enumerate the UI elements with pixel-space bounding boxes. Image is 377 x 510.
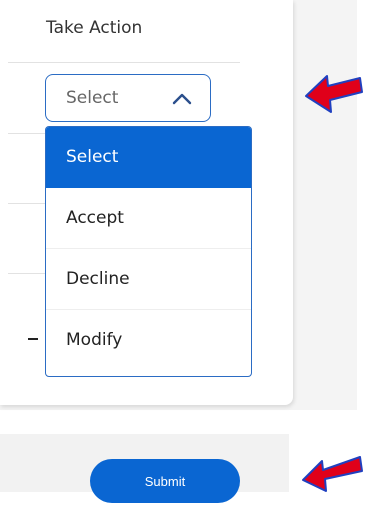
option-decline[interactable]: Decline: [46, 249, 251, 310]
option-accept[interactable]: Accept: [46, 188, 251, 249]
submit-button[interactable]: Submit: [90, 459, 240, 503]
red-pointer-arrow-icon: [302, 456, 363, 492]
select-value: Select: [66, 88, 119, 108]
row-dash: [28, 338, 38, 340]
divider: [8, 62, 240, 63]
take-action-header: Take Action: [46, 18, 143, 38]
chevron-up-icon: [172, 93, 192, 105]
red-pointer-arrow-icon: [305, 75, 363, 113]
action-dropdown-menu: Select Accept Decline Modify: [45, 126, 252, 377]
action-select[interactable]: Select: [45, 74, 211, 122]
option-select[interactable]: Select: [46, 127, 251, 188]
option-modify[interactable]: Modify: [46, 310, 251, 371]
